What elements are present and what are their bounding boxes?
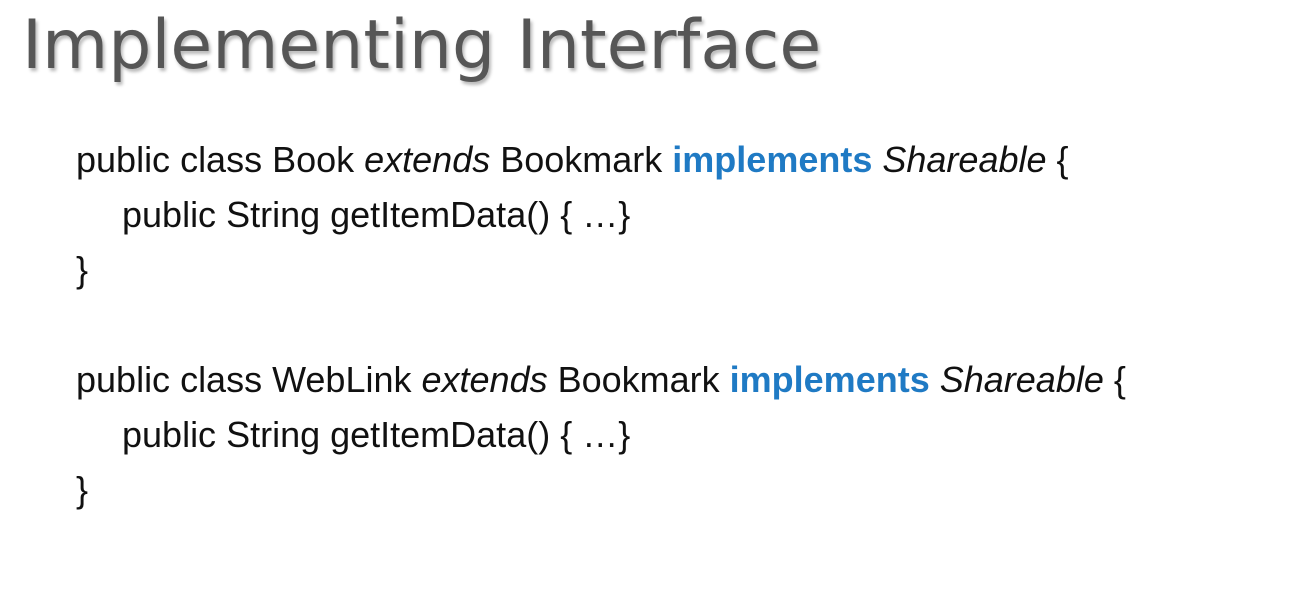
interface-name: Shareable	[939, 359, 1104, 400]
superclass-name: Bookmark	[490, 139, 673, 180]
extends-keyword: extends	[421, 359, 548, 400]
keyword-space	[872, 139, 882, 180]
open-brace: {	[1103, 359, 1126, 400]
weblink-class-declaration: public class WebLink extends Bookmark im…	[76, 359, 1126, 401]
slide: Implementing Interface public class Book…	[0, 0, 1309, 611]
implements-keyword: implements	[729, 359, 930, 400]
book-method-line: public String getItemData() { …}	[122, 194, 631, 235]
keyword-space	[930, 359, 940, 400]
interface-name: Shareable	[882, 139, 1047, 180]
book-class-declaration: public class Book extends Bookmark imple…	[76, 139, 1069, 181]
weblink-method-line: public String getItemData() { …}	[122, 414, 631, 455]
open-brace: {	[1046, 139, 1069, 180]
implements-keyword: implements	[672, 139, 873, 180]
book-close-brace: }	[76, 249, 89, 290]
declaration-prefix: public class WebLink	[76, 359, 422, 400]
superclass-name: Bookmark	[547, 359, 730, 400]
weblink-close-brace: }	[76, 469, 89, 510]
declaration-prefix: public class Book	[76, 139, 365, 180]
extends-keyword: extends	[364, 139, 491, 180]
slide-title: Implementing Interface	[22, 6, 822, 85]
